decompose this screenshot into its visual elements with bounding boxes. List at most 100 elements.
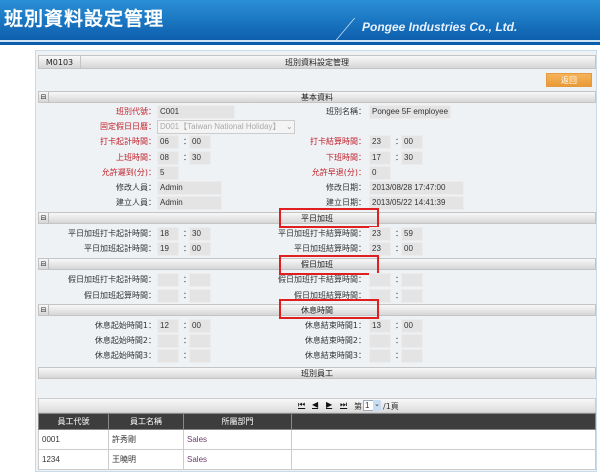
break-end-2-hour[interactable] xyxy=(369,334,391,348)
break-end-3-minute[interactable] xyxy=(401,349,423,363)
department: Sales xyxy=(183,449,292,470)
table-row[interactable]: 1234 王曉明 Sales xyxy=(38,449,596,470)
holiday-clock-end-hour[interactable] xyxy=(369,273,391,287)
weekday-end-minute[interactable]: 00 xyxy=(401,242,423,256)
next-page-icon[interactable]: ▶ xyxy=(326,400,332,409)
field-label: 固定假日日曆： xyxy=(100,122,156,132)
department: Sales xyxy=(183,429,292,450)
chevron-down-icon: ⌄ xyxy=(286,122,293,132)
section-title: 班別員工 xyxy=(301,369,333,378)
break-start-3-minute[interactable] xyxy=(189,349,211,363)
break-end-1-hour[interactable]: 13 xyxy=(369,319,391,333)
holiday-clock-start-minute[interactable] xyxy=(189,273,211,287)
clock-start-hour[interactable]: 06 xyxy=(157,135,179,150)
column-header[interactable]: 所屬部門 xyxy=(183,413,292,430)
holiday-calendar-select[interactable]: D001【Taiwan National Holiday】 xyxy=(157,120,295,135)
employee-name: 王曉明 xyxy=(108,449,184,470)
empty-cell xyxy=(291,449,596,470)
field-label: 班別代號： xyxy=(116,107,156,116)
field-label: 平日加班打卡起計時間： xyxy=(68,229,156,238)
program-code: M0103 xyxy=(39,56,81,68)
weekday-clock-end-minute[interactable]: 59 xyxy=(401,227,423,241)
section-basic: 基本資料 ⊟ xyxy=(38,91,596,103)
employee-name: 許秀剛 xyxy=(108,429,184,450)
field-label: 休息結束時間3： xyxy=(304,351,366,360)
divider xyxy=(0,42,600,45)
collapse-icon[interactable]: ⊟ xyxy=(39,92,49,102)
break-start-3-hour[interactable] xyxy=(157,349,179,363)
created-date-field: 2013/05/22 14:41:39 xyxy=(369,196,464,211)
field-label: 允許早退(分)： xyxy=(311,167,366,177)
work-end-hour[interactable]: 17 xyxy=(369,150,391,165)
weekday-clock-end-hour[interactable]: 23 xyxy=(369,227,391,241)
empty-cell xyxy=(291,429,596,450)
holiday-start-hour[interactable] xyxy=(157,289,179,303)
column-header-empty xyxy=(291,413,596,430)
field-label: 班別名稱： xyxy=(326,107,366,116)
app-header: 班別資料設定管理 Pongee Industries Co., Ltd. xyxy=(0,0,600,40)
break-start-1-minute[interactable]: 00 xyxy=(189,319,211,333)
early-minutes-input[interactable]: 0 xyxy=(369,165,391,180)
collapse-icon[interactable]: ⊟ xyxy=(39,305,49,315)
section-shift-employees: 班別員工 xyxy=(38,367,596,379)
creator-field: Admin xyxy=(157,196,222,211)
field-label: 休息結束時間2： xyxy=(304,336,366,345)
company-name: Pongee Industries Co., Ltd. xyxy=(362,20,518,34)
field-label: 假日加班起算時間： xyxy=(84,291,156,300)
field-label: 休息起始時間3： xyxy=(94,351,156,360)
highlight-box xyxy=(279,299,379,319)
holiday-end-minute[interactable] xyxy=(401,289,423,303)
weekday-clock-start-minute[interactable]: 30 xyxy=(189,227,211,241)
modifier-field: Admin xyxy=(157,181,222,195)
break-start-2-minute[interactable] xyxy=(189,334,211,348)
weekday-start-hour[interactable]: 19 xyxy=(157,242,179,256)
pager-suffix: /1頁 xyxy=(383,402,399,411)
column-header[interactable]: 員工代號 xyxy=(38,413,109,430)
clock-end-hour[interactable]: 23 xyxy=(369,135,391,150)
employee-code: 1234 xyxy=(38,449,109,470)
field-label: 下班時間： xyxy=(326,152,366,162)
panel-title: 班別資料設定管理 xyxy=(285,58,349,67)
field-label: 修改人員： xyxy=(116,183,156,192)
modified-date-field: 2013/08/28 17:47:00 xyxy=(369,181,464,195)
clock-start-minute[interactable]: 00 xyxy=(189,135,211,150)
break-end-2-minute[interactable] xyxy=(401,334,423,348)
holiday-start-minute[interactable] xyxy=(189,289,211,303)
break-start-1-hour[interactable]: 12 xyxy=(157,319,179,333)
break-start-2-hour[interactable] xyxy=(157,334,179,348)
field-label: 平日加班結算時間： xyxy=(294,244,366,253)
field-label: 休息起始時間2： xyxy=(94,336,156,345)
section-title: 基本資料 xyxy=(301,93,333,102)
work-start-hour[interactable]: 08 xyxy=(157,150,179,165)
holiday-clock-start-hour[interactable] xyxy=(157,273,179,287)
return-button[interactable]: 返回 xyxy=(546,73,592,87)
prev-page-icon[interactable]: ◀ xyxy=(312,400,318,409)
last-page-icon[interactable]: ⏭ xyxy=(340,400,347,410)
highlight-box xyxy=(279,208,379,228)
field-label: 上班時間： xyxy=(116,152,156,162)
shift-name-input[interactable]: Pongee 5F employee xyxy=(369,105,451,119)
employee-table: 員工代號 員工名稱 所屬部門 0001 許秀剛 Sales 1234 王曉明 Sales xyxy=(38,413,596,470)
field-label: 假日加班打卡起計時間： xyxy=(68,275,156,284)
field-label: 休息起始時間1： xyxy=(94,321,156,330)
late-minutes-input[interactable]: 5 xyxy=(157,165,179,180)
work-end-minute[interactable]: 30 xyxy=(401,150,423,165)
employee-code: 0001 xyxy=(38,429,109,450)
break-end-3-hour[interactable] xyxy=(369,349,391,363)
work-start-minute[interactable]: 30 xyxy=(189,150,211,165)
field-label: 平日加班打卡結算時間： xyxy=(278,229,366,238)
collapse-icon[interactable]: ⊟ xyxy=(39,259,49,269)
weekday-end-hour[interactable]: 23 xyxy=(369,242,391,256)
column-header[interactable]: 員工名稱 xyxy=(108,413,184,430)
weekday-clock-start-hour[interactable]: 18 xyxy=(157,227,179,241)
first-page-icon[interactable]: ⏮ xyxy=(298,400,305,410)
field-label: 平日加班起計時間： xyxy=(84,244,156,253)
break-end-1-minute[interactable]: 00 xyxy=(401,319,423,333)
weekday-start-minute[interactable]: 00 xyxy=(189,242,211,256)
chevron-down-icon[interactable]: ⌄ xyxy=(373,400,381,411)
clock-end-minute[interactable]: 00 xyxy=(401,135,423,150)
holiday-clock-end-minute[interactable] xyxy=(401,273,423,287)
table-row[interactable]: 0001 許秀剛 Sales xyxy=(38,429,596,450)
collapse-icon[interactable]: ⊟ xyxy=(39,213,49,223)
highlight-box xyxy=(279,255,379,275)
